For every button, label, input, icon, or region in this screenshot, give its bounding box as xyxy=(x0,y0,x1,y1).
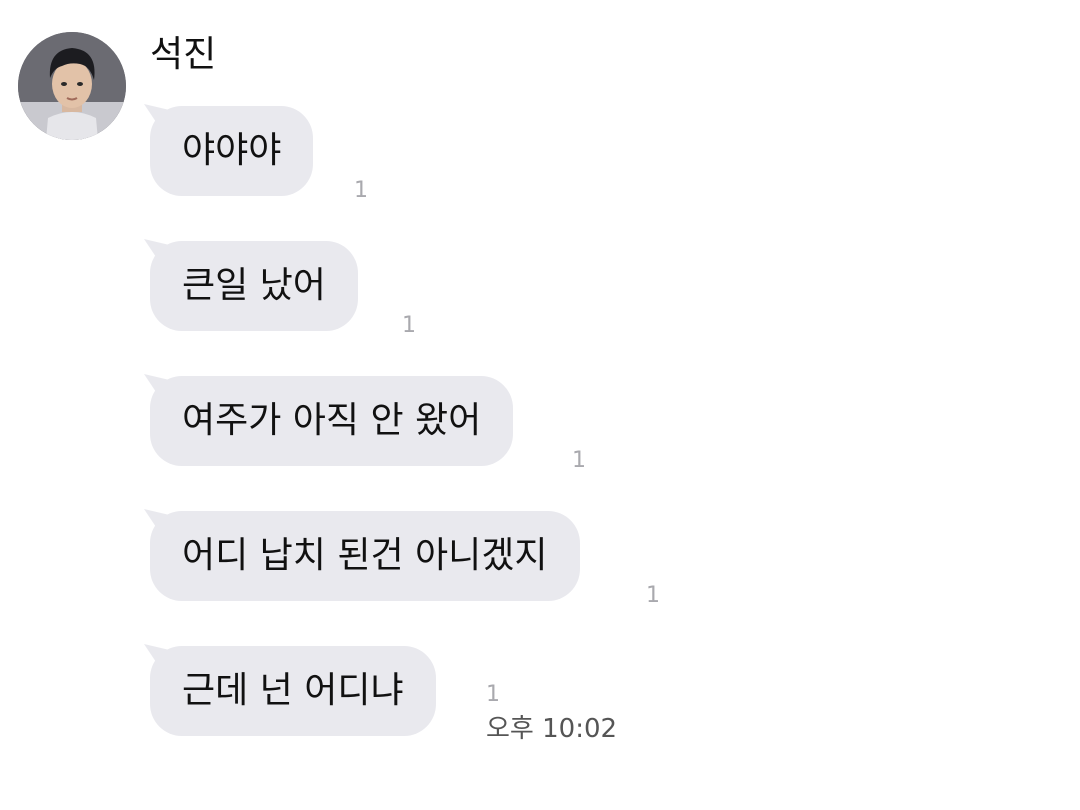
sender-name: 석진 xyxy=(150,34,217,75)
unread-count: 1 xyxy=(646,583,660,608)
unread-count: 1 xyxy=(402,313,416,338)
message-bubble[interactable]: 어디 납치 된건 아니겠지 xyxy=(150,511,580,601)
unread-count: 1 xyxy=(572,448,586,473)
profile-photo xyxy=(18,32,126,140)
message-bubble[interactable]: 큰일 났어 xyxy=(150,241,358,331)
message-timestamp: 오후 10:02 xyxy=(486,714,618,744)
message-bubble[interactable]: 여주가 아직 안 왔어 xyxy=(150,376,514,466)
message-bubble[interactable]: 근데 넌 어디냐 xyxy=(150,646,436,736)
unread-count: 1 xyxy=(354,178,368,203)
message-bubble[interactable]: 야야야 xyxy=(150,106,314,196)
avatar[interactable] xyxy=(18,32,126,140)
unread-count: 1 xyxy=(486,682,500,707)
